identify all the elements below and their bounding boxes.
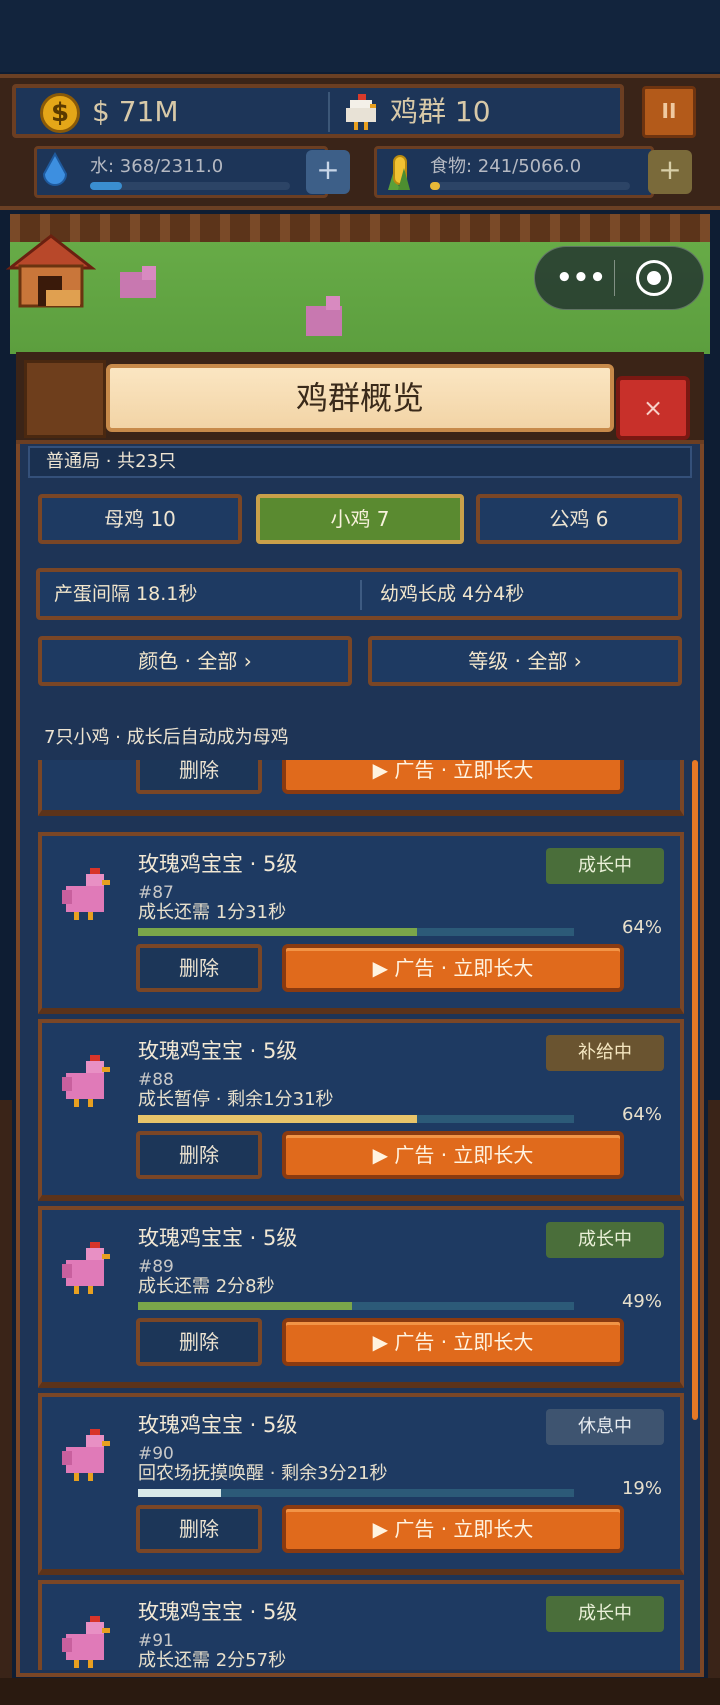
hen-sprite-farm-2 (306, 296, 342, 336)
game-mode-strip: 普通局 · 共23只 (28, 446, 692, 478)
chick-status-text: 回农场抚摸唤醒 · 剩余3分21秒 (138, 1463, 388, 1484)
status-badge: 休息中 (546, 1409, 664, 1445)
ad-grow-button[interactable]: ▶ 广告 · 立即长大 (282, 1318, 624, 1366)
game-screen: $ $ 71M 鸡群 10 II 水: 368/2311.0 + 食物: 241… (0, 0, 720, 1705)
growth-progress-bar (138, 1302, 574, 1310)
delete-button[interactable]: 删除 (136, 1131, 262, 1179)
ad-grow-button[interactable]: ▶ 广告 · 立即长大 (282, 760, 624, 794)
chick-name: 玫瑰鸡宝宝 · 5级 (138, 1039, 298, 1063)
tab-chicks[interactable]: 小鸡 7 (256, 494, 464, 544)
chick-card: 玫瑰鸡宝宝 · 5级 #90 回农场抚摸唤醒 · 剩余3分21秒 19% 休息中删除 ▶ … (38, 1393, 684, 1575)
growth-percent: 49% (621, 1291, 662, 1312)
list-hint: 7只小鸡 · 成长后自动成为母鸡 (44, 727, 289, 748)
capsule-divider (614, 260, 615, 296)
egg-interval: 产蛋间隔 18.1秒 (54, 583, 198, 605)
fence (10, 214, 710, 242)
growth-percent: 64% (621, 1104, 662, 1125)
chick-card: 玫瑰鸡宝宝 · 5级#91成长还需 2分57秒成长中删除▶ 广告 · 立即长大 (38, 1580, 684, 1670)
growth-progress-fill (138, 928, 418, 936)
growth-time: 幼鸡长成 4分4秒 (380, 583, 525, 605)
frame-right-edge (708, 1100, 720, 1678)
status-badge: 成长中 (546, 848, 664, 884)
coin-icon: $ (40, 93, 80, 133)
status-badge: 补给中 (546, 1035, 664, 1071)
chick-name: 玫瑰鸡宝宝 · 5级 (138, 1226, 298, 1250)
food-bar-fill (430, 182, 440, 190)
food-label: 食物: 241/5066.0 (430, 156, 582, 177)
frame-left-edge (0, 1100, 12, 1678)
chick-status-text: 成长还需 2分57秒 (138, 1650, 287, 1670)
chicken-icon (60, 866, 112, 922)
status-badge: 成长中 (546, 1596, 664, 1632)
hen-icon (346, 94, 376, 130)
chick-card: 玫瑰鸡宝宝 · 5级 #87 成长还需 1分31秒 64% 成长中删除 ▶ 广告 · 立即… (38, 832, 684, 1014)
hen-sprite-farm (120, 266, 156, 298)
water-bar (90, 182, 290, 190)
bottom-frame (0, 1678, 720, 1705)
water-drop-icon (42, 152, 68, 186)
chick-id: #87 (138, 883, 174, 903)
chicken-icon (60, 1053, 112, 1109)
ad-grow-button[interactable]: ▶ 广告 · 立即长大 (282, 944, 624, 992)
chicken-icon (60, 1614, 112, 1670)
food-bar (430, 182, 630, 190)
chick-status-text: 成长还需 2分8秒 (138, 1276, 275, 1297)
more-menu-button[interactable]: ••• (556, 260, 606, 296)
growth-progress-fill (138, 1489, 221, 1497)
growth-progress-bar (138, 1115, 574, 1123)
money-amount: $ 71M (92, 95, 179, 128)
level-filter-button[interactable]: 等级 · 全部 › (368, 636, 682, 686)
tab-roosters[interactable]: 公鸡 6 (476, 494, 682, 544)
chicken-icon (60, 1240, 112, 1296)
ad-grow-button[interactable]: ▶ 广告 · 立即长大 (282, 1505, 624, 1553)
close-miniprogram-button[interactable] (636, 260, 672, 296)
chick-name: 玫瑰鸡宝宝 · 5级 (138, 1600, 298, 1624)
corn-icon (388, 155, 410, 190)
chick-name: 玫瑰鸡宝宝 · 5级 (138, 852, 298, 876)
growth-progress-bar (138, 1489, 574, 1497)
delete-button[interactable]: 删除 (136, 1505, 262, 1553)
panel-header-ornament (24, 360, 106, 438)
growth-progress-fill (138, 1302, 352, 1310)
delete-button[interactable]: 删除 (136, 1318, 262, 1366)
chick-id: #88 (138, 1070, 174, 1090)
chick-list: 删除 ▶ 广告 · 立即长大 玫瑰鸡宝宝 · 5级 #87 成长还需 1分31秒 64… (34, 760, 694, 1670)
growth-progress-bar (138, 928, 574, 936)
doghouse-icon (6, 234, 96, 308)
pause-button[interactable]: II (642, 86, 696, 138)
panel-title: 鸡群概览 (106, 364, 614, 432)
chick-status-text: 成长暂停 · 剩余1分31秒 (138, 1089, 334, 1110)
water-bar-fill (90, 182, 122, 190)
stats-divider (360, 580, 362, 610)
close-button[interactable]: × (616, 376, 690, 440)
delete-button[interactable]: 删除 (136, 944, 262, 992)
flock-count: 鸡群 10 (390, 95, 491, 128)
game-mode-summary: 普通局 · 共23只 (46, 451, 177, 472)
growth-percent: 19% (621, 1478, 662, 1499)
add-food-button[interactable]: + (648, 150, 692, 194)
chick-id: #91 (138, 1631, 174, 1651)
chick-name: 玫瑰鸡宝宝 · 5级 (138, 1413, 298, 1437)
hud-divider (328, 92, 330, 132)
growth-progress-fill (138, 1115, 418, 1123)
add-water-button[interactable]: + (306, 150, 350, 194)
chick-id: #89 (138, 1257, 174, 1277)
ad-grow-button[interactable]: ▶ 广告 · 立即长大 (282, 1131, 624, 1179)
chick-status-text: 成长还需 1分31秒 (138, 902, 287, 923)
status-badge: 成长中 (546, 1222, 664, 1258)
color-filter-button[interactable]: 颜色 · 全部 › (38, 636, 352, 686)
chick-card: 玫瑰鸡宝宝 · 5级 #89 成长还需 2分8秒 49% 成长中删除 ▶ 广告 · 立即长… (38, 1206, 684, 1388)
chicken-icon (60, 1427, 112, 1483)
top-status-area (0, 0, 720, 72)
tab-hens[interactable]: 母鸡 10 (38, 494, 242, 544)
chick-card: 玫瑰鸡宝宝 · 5级 #88 成长暂停 · 剩余1分31秒 64% 补给中删除 ▶ 广告 … (38, 1019, 684, 1201)
list-item: 删除 ▶ 广告 · 立即长大 (38, 760, 684, 816)
delete-button[interactable]: 删除 (136, 760, 262, 794)
chick-id: #90 (138, 1444, 174, 1464)
water-label: 水: 368/2311.0 (90, 156, 224, 177)
growth-percent: 64% (621, 917, 662, 938)
